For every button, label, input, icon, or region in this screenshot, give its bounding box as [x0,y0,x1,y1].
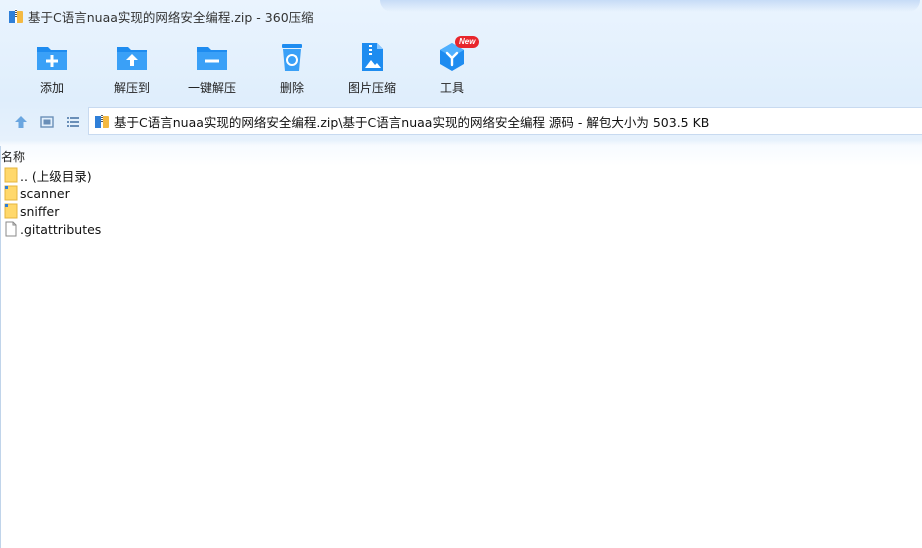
tools-label: 工具 [439,81,464,95]
app-window: 基于C语言nuaa实现的网络安全编程.zip - 360压缩 添加 解压到 一键… [0,0,922,548]
folder-icon [4,185,18,201]
folder-icon [4,167,18,183]
add-label: 添加 [39,81,64,95]
list-view-icon [67,117,79,127]
file-list: 名称 .. (上级目录) scanner sniffer .gitattribu… [0,146,922,548]
list-item-scanner[interactable]: scanner [0,184,922,202]
name-column-header[interactable]: 名称 [0,146,922,166]
list-item-name: .. (上级目录) [20,168,92,184]
address-path: 基于C语言nuaa实现的网络安全编程.zip\基于C语言nuaa实现的网络安全编… [114,114,710,130]
image-compress-icon [362,43,383,71]
list-item-parent[interactable]: .. (上级目录) [0,166,922,184]
image-compress-label: 图片压缩 [347,81,396,95]
title-bar-gloss [380,0,920,12]
delete-label: 删除 [279,81,304,95]
file-icon [5,221,17,237]
window-title: 基于C语言nuaa实现的网络安全编程.zip - 360压缩 [28,9,314,25]
main-toolbar: 添加 解压到 一键解压 删除 图片压缩 New 工具 [12,36,492,100]
tools-button[interactable]: New 工具 [412,36,492,98]
recycle-bin-icon [282,44,302,71]
one-click-extract-label: 一键解压 [187,81,236,95]
thumbnail-view-icon [40,116,54,128]
navigation-bar: 基于C语言nuaa实现的网络安全编程.zip\基于C语言nuaa实现的网络安全编… [0,106,922,138]
tools-icon-wrap: New [435,36,480,74]
archive-icon [95,114,109,128]
up-level-button[interactable] [8,109,34,135]
list-item-name: scanner [20,185,70,201]
list-item-sniffer[interactable]: sniffer [0,202,922,220]
extract-to-button[interactable]: 解压到 [92,36,172,98]
folder-extract-icon [117,47,147,70]
list-left-border [0,146,1,548]
list-item-gitattributes[interactable]: .gitattributes [0,220,922,238]
thumbnail-view-button[interactable] [34,109,60,135]
one-click-extract-button[interactable]: 一键解压 [172,36,252,98]
arrow-up-icon [15,116,27,128]
extract-to-label: 解压到 [113,81,150,95]
list-item-name: .gitattributes [20,221,102,237]
archive-app-icon [9,9,23,23]
delete-button[interactable]: 删除 [252,36,332,98]
list-view-button[interactable] [60,109,86,135]
address-bar[interactable]: 基于C语言nuaa实现的网络安全编程.zip\基于C语言nuaa实现的网络安全编… [88,107,922,135]
name-column-label: 名称 [1,149,26,164]
folder-minus-icon [197,47,227,70]
list-item-name: sniffer [20,203,60,219]
new-badge: New [455,36,480,48]
title-bar: 基于C语言nuaa实现的网络安全编程.zip - 360压缩 [0,0,922,32]
add-button[interactable]: 添加 [12,36,92,98]
image-compress-button[interactable]: 图片压缩 [332,36,412,98]
folder-icon [4,203,18,219]
folder-add-icon [37,47,67,70]
